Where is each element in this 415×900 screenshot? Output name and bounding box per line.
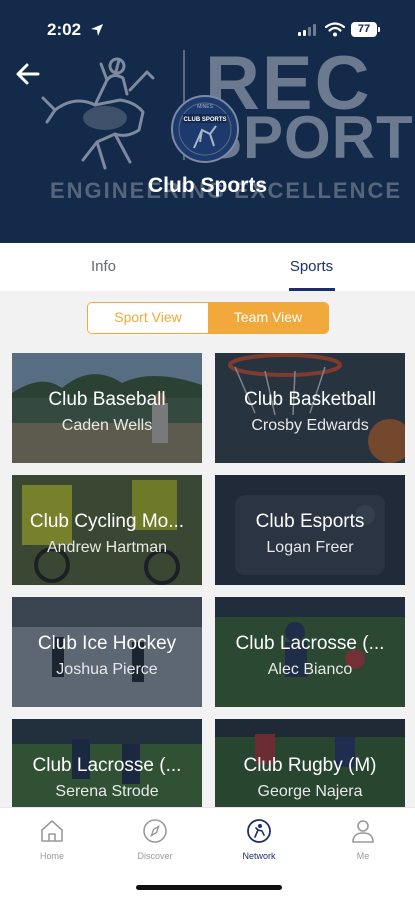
sport-view-button[interactable]: Sport View (88, 303, 208, 333)
card-title: Club Lacrosse (... (235, 633, 385, 654)
battery-indicator: 77 (351, 22, 377, 37)
status-time: 2:02 (47, 20, 82, 39)
network-icon (247, 819, 271, 843)
card-title: Club Rugby (M) (243, 755, 377, 776)
page-title: Club Sports (148, 174, 267, 197)
team-card-ice-hockey[interactable]: Club Ice Hockey Joshua Pierce (12, 597, 202, 707)
card-subtitle: Caden Wells (61, 417, 153, 434)
card-title: Club Basketball (243, 389, 377, 410)
card-subtitle: Andrew Hartman (46, 539, 168, 556)
nav-home-label: Home (39, 851, 64, 861)
card-title: Club Baseball (48, 389, 166, 410)
card-subtitle: Crosby Edwards (251, 417, 369, 434)
nav-discover[interactable]: Discover (115, 818, 195, 861)
club-sports-logo: MINES CLUB SPORTS (171, 95, 239, 163)
nav-me[interactable]: Me (323, 818, 403, 861)
team-card-cycling[interactable]: Club Cycling Mo... Andrew Hartman (12, 475, 202, 585)
location-arrow-icon (91, 24, 103, 36)
nav-network[interactable]: Network (219, 818, 299, 861)
tab-bar: Info Sports (0, 243, 415, 291)
nav-discover-label: Discover (137, 851, 173, 861)
status-bar: 2:02 77 (0, 0, 415, 46)
card-subtitle: Logan Freer (266, 539, 354, 556)
team-view-button[interactable]: Team View (208, 303, 328, 333)
back-arrow-icon[interactable] (12, 58, 44, 90)
card-subtitle: George Najera (257, 783, 363, 800)
wifi-icon (325, 22, 345, 37)
logo-caption: MINES (197, 104, 214, 110)
battery-tip (378, 27, 380, 32)
signal-icon (298, 24, 316, 36)
nav-home[interactable]: Home (12, 818, 92, 861)
card-subtitle: Serena Strode (55, 783, 159, 800)
compass-icon (143, 819, 167, 843)
sports-content: Sport View Team View Club Baseball Caden… (0, 291, 415, 807)
card-title: Club Esports (255, 511, 365, 532)
home-icon (41, 820, 63, 842)
person-icon (352, 820, 374, 843)
card-subtitle: Joshua Pierce (56, 661, 158, 678)
tab-sports[interactable]: Sports (208, 243, 415, 291)
team-card-lacrosse-men[interactable]: Club Lacrosse (... Alec Bianco (215, 597, 405, 707)
card-title: Club Cycling Mo... (29, 511, 185, 532)
tab-info[interactable]: Info (0, 243, 207, 291)
team-card-basketball[interactable]: Club Basketball Crosby Edwards (215, 353, 405, 463)
nav-me-label: Me (356, 851, 370, 861)
team-card-esports[interactable]: Club Esports Logan Freer (215, 475, 405, 585)
card-title: Club Ice Hockey (37, 633, 177, 654)
card-title: Club Lacrosse (... (32, 755, 182, 776)
card-subtitle: Alec Bianco (267, 661, 353, 678)
team-card-rugby[interactable]: Club Rugby (M) George Najera (215, 719, 405, 807)
team-card-lacrosse-women[interactable]: Club Lacrosse (... Serena Strode (12, 719, 202, 807)
mascot-illustration (41, 57, 155, 170)
home-indicator (136, 885, 282, 890)
team-card-baseball[interactable]: Club Baseball Caden Wells (12, 353, 202, 463)
view-toggle: Sport View Team View (87, 302, 329, 334)
nav-network-label: Network (242, 851, 276, 861)
logo-text: CLUB SPORTS (183, 117, 226, 123)
